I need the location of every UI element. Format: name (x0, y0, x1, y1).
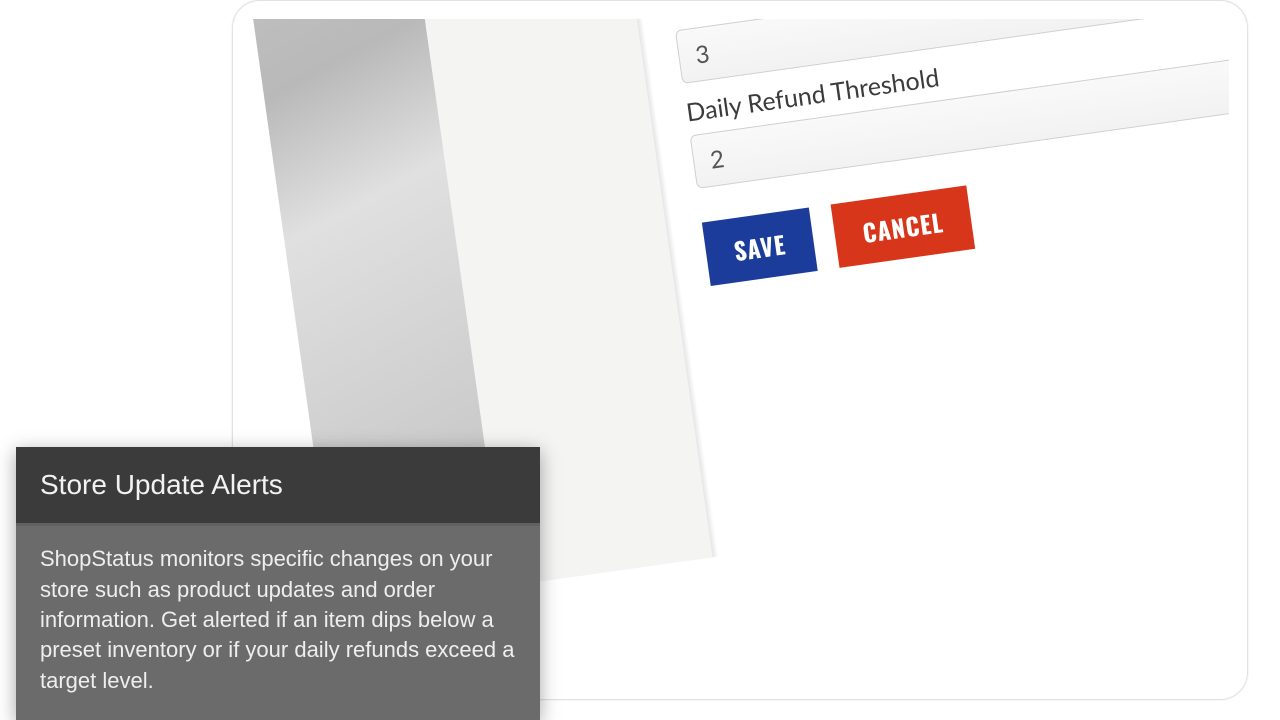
cancel-button[interactable]: CANCEL (831, 186, 976, 268)
info-card-body: ShopStatus monitors specific changes on … (16, 526, 540, 720)
save-button[interactable]: SAVE (702, 208, 818, 286)
info-card: Store Update Alerts ShopStatus monitors … (16, 447, 540, 720)
info-card-title: Store Update Alerts (16, 447, 540, 526)
